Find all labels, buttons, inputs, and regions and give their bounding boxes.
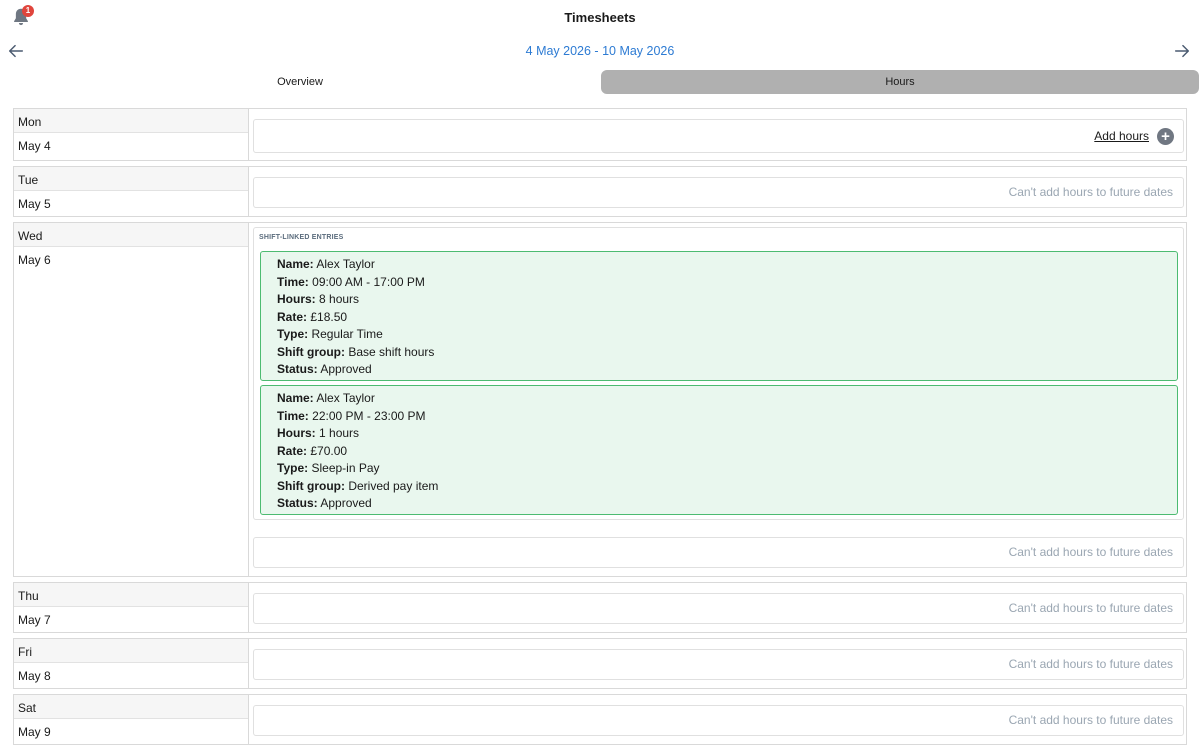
tab-hours[interactable]: Hours [601, 70, 1199, 94]
day-name: Sat [14, 695, 248, 719]
future-date-message: Can't add hours to future dates [1008, 545, 1173, 559]
entry-shift-group: Derived pay item [348, 478, 439, 493]
entry-shift-group: Base shift hours [348, 344, 435, 359]
entry-hours: 1 hours [319, 426, 360, 440]
add-hours-label: Add hours [1094, 129, 1149, 143]
field-label: Shift group: [277, 344, 345, 359]
day-name: Tue [14, 167, 248, 191]
day-name: Fri [14, 639, 248, 663]
hours-slot: Can't add hours to future dates [253, 537, 1184, 568]
field-label: Status: [277, 496, 318, 510]
entry-type: Regular Time [311, 327, 383, 341]
future-date-message: Can't add hours to future dates [1008, 185, 1173, 199]
entry-name: Alex Taylor [316, 391, 375, 405]
day-date: May 9 [18, 725, 51, 739]
future-date-message: Can't add hours to future dates [1008, 657, 1173, 671]
day-date: May 8 [18, 669, 51, 683]
day-header: Mon May 4 [14, 109, 249, 160]
day-row-tue: Tue May 5 Can't add hours to future date… [13, 166, 1187, 217]
day-name: Thu [14, 583, 248, 607]
entry-hours: 8 hours [319, 292, 360, 306]
page-title: Timesheets [564, 10, 636, 25]
day-header: Wed May 6 [14, 223, 249, 576]
day-date: May 7 [18, 613, 51, 627]
plus-circle-icon[interactable]: + [1157, 127, 1174, 145]
day-header: Fri May 8 [14, 639, 249, 688]
week-navigation: 4 May 2026 - 10 May 2026 [0, 40, 1200, 64]
shift-entry-card[interactable]: Name: Alex Taylor Time: 09:00 AM - 17:00… [260, 251, 1178, 381]
arrow-right-icon[interactable] [1173, 42, 1193, 62]
hours-slot: Can't add hours to future dates [253, 177, 1184, 208]
field-label: Rate: [277, 443, 308, 458]
day-header: Thu May 7 [14, 583, 249, 632]
entry-time: 22:00 PM - 23:00 PM [312, 408, 426, 423]
day-row-wed: Wed May 6 SHIFT-LINKED ENTRIES Name: Ale… [13, 222, 1187, 577]
day-row-fri: Fri May 8 Can't add hours to future date… [13, 638, 1187, 689]
hours-slot: Can't add hours to future dates [253, 705, 1184, 736]
day-date: May 5 [18, 197, 51, 211]
day-row-mon: Mon May 4 Add hours + [13, 108, 1187, 161]
hours-slot: Can't add hours to future dates [253, 649, 1184, 680]
field-label: Type: [277, 461, 309, 475]
day-name: Wed [14, 223, 248, 247]
day-header: Sat May 9 [14, 695, 249, 744]
day-row-thu: Thu May 7 Can't add hours to future date… [13, 582, 1187, 633]
day-header: Tue May 5 [14, 167, 249, 216]
entry-status: Approved [320, 496, 372, 510]
field-label: Rate: [277, 309, 308, 324]
entry-rate: £18.50 [310, 309, 348, 324]
week-range[interactable]: 4 May 2026 - 10 May 2026 [0, 44, 1200, 58]
field-label: Time: [277, 274, 309, 289]
entry-rate: £70.00 [310, 443, 348, 458]
field-label: Status: [277, 362, 318, 376]
entry-name: Alex Taylor [316, 257, 375, 271]
day-date: May 6 [18, 253, 51, 267]
field-label: Name: [277, 257, 314, 271]
shift-linked-entries: SHIFT-LINKED ENTRIES Name: Alex Taylor T… [253, 227, 1184, 520]
entry-type: Sleep-in Pay [311, 461, 380, 475]
field-label: Shift group: [277, 478, 345, 493]
shift-entry-card[interactable]: Name: Alex Taylor Time: 22:00 PM - 23:00… [260, 385, 1178, 515]
hours-slot: Add hours + [253, 119, 1184, 153]
tab-overview[interactable]: Overview [0, 70, 600, 94]
future-date-message: Can't add hours to future dates [1008, 713, 1173, 727]
field-label: Type: [277, 327, 309, 341]
day-date: May 4 [18, 139, 51, 153]
field-label: Time: [277, 408, 309, 423]
field-label: Name: [277, 391, 314, 405]
entry-status: Approved [320, 362, 372, 376]
day-name: Mon [14, 109, 248, 133]
entry-time: 09:00 AM - 17:00 PM [312, 274, 425, 289]
field-label: Hours: [277, 426, 316, 440]
top-bar: 1 Timesheets [0, 0, 1200, 36]
add-hours-button[interactable]: Add hours + [1094, 127, 1174, 145]
hours-slot: Can't add hours to future dates [253, 593, 1184, 624]
field-label: Hours: [277, 292, 316, 306]
shift-linked-heading: SHIFT-LINKED ENTRIES [259, 234, 344, 241]
day-row-sat: Sat May 9 Can't add hours to future date… [13, 694, 1187, 745]
future-date-message: Can't add hours to future dates [1008, 601, 1173, 615]
view-tabs: Overview Hours [0, 70, 1200, 94]
